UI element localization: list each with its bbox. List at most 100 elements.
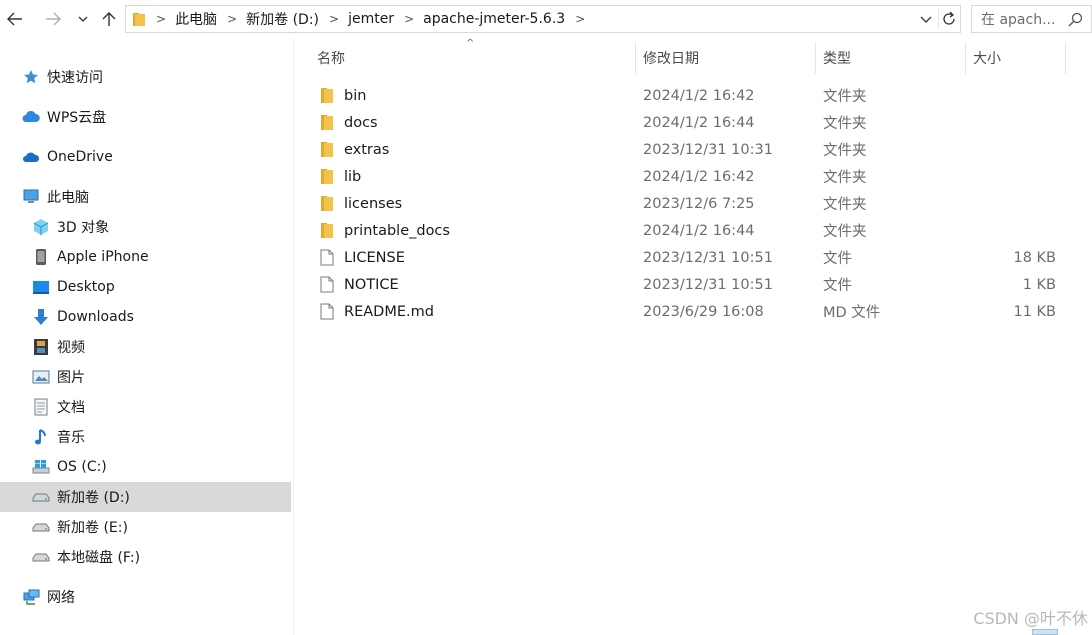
picture-icon xyxy=(32,368,50,386)
folder-icon xyxy=(321,115,333,130)
file-name: licenses xyxy=(344,195,403,212)
file-row[interactable]: docs 2024/1/2 16:44 文件夹 xyxy=(311,109,1066,136)
sidebar-item-this-pc[interactable]: 此电脑 xyxy=(0,182,291,212)
navigation-pane: 快速访问 WPS云盘 OneDrive 此电脑 3D 对象 Apple iPho… xyxy=(0,38,291,635)
sidebar-item-music[interactable]: 音乐 xyxy=(0,422,291,452)
file-icon xyxy=(320,276,334,293)
file-date: 2023/12/6 7:25 xyxy=(643,195,755,212)
file-date: 2023/12/31 10:51 xyxy=(643,276,773,293)
column-divider[interactable] xyxy=(1065,42,1066,74)
arrow-up-icon xyxy=(102,12,116,26)
refresh-button[interactable] xyxy=(938,9,958,29)
sidebar-item-documents[interactable]: 文档 xyxy=(0,392,291,422)
file-name: LICENSE xyxy=(344,249,405,266)
file-date: 2023/12/31 10:51 xyxy=(643,249,773,266)
file-icon xyxy=(320,303,334,320)
cloud-icon xyxy=(22,108,40,126)
breadcrumb-item[interactable]: > 此电脑 xyxy=(146,6,217,32)
back-button[interactable] xyxy=(4,8,26,30)
sidebar-item-desktop[interactable]: Desktop xyxy=(0,272,291,302)
column-header-type[interactable]: 类型 xyxy=(823,42,965,74)
file-name: bin xyxy=(344,87,367,104)
file-date: 2023/6/29 16:08 xyxy=(643,303,764,320)
chevron-down-icon xyxy=(920,16,932,23)
chevron-right-icon: > xyxy=(227,12,238,26)
file-date: 2024/1/2 16:44 xyxy=(643,222,755,239)
sidebar-item-videos[interactable]: 视频 xyxy=(0,332,291,362)
chevron-right-icon: > xyxy=(404,12,415,26)
file-size: 1 KB xyxy=(1022,276,1056,293)
folder-icon xyxy=(133,13,145,26)
film-icon xyxy=(32,338,50,356)
pane-splitter[interactable] xyxy=(293,38,294,635)
file-name: README.md xyxy=(344,303,434,320)
column-header-date[interactable]: 修改日期 xyxy=(643,42,815,74)
sidebar-item-apple-iphone[interactable]: Apple iPhone xyxy=(0,242,291,272)
star-icon xyxy=(22,68,40,86)
file-name: printable_docs xyxy=(344,222,450,239)
cube-icon xyxy=(32,218,50,236)
file-row[interactable]: NOTICE 2023/12/31 10:51 文件 1 KB xyxy=(311,271,1066,298)
file-row[interactable]: printable_docs 2024/1/2 16:44 文件夹 xyxy=(311,217,1066,244)
chevron-down-icon xyxy=(78,16,88,22)
file-name: NOTICE xyxy=(344,276,399,293)
chevron-right-icon[interactable]: > xyxy=(575,12,585,26)
column-divider[interactable] xyxy=(815,42,816,74)
breadcrumb-item[interactable]: > jemter xyxy=(319,6,394,32)
address-bar[interactable]: > 此电脑 > 新加卷 (D:) > jemter > apache-jmeter-5.… xyxy=(125,5,961,33)
file-icon xyxy=(320,249,334,266)
drive-icon xyxy=(32,548,50,566)
file-type: 文件夹 xyxy=(823,170,867,186)
sidebar-item-wps-cloud[interactable]: WPS云盘 xyxy=(0,102,291,132)
download-icon xyxy=(32,308,50,326)
sidebar-item-downloads[interactable]: Downloads xyxy=(0,302,291,332)
up-button[interactable] xyxy=(98,8,120,30)
search-placeholder[interactable]: 在 apach... xyxy=(981,9,1055,29)
sidebar-item-3d-objects[interactable]: 3D 对象 xyxy=(0,212,291,242)
file-name: extras xyxy=(344,141,390,158)
sidebar-item-onedrive[interactable]: OneDrive xyxy=(0,142,291,172)
file-row[interactable]: lib 2024/1/2 16:42 文件夹 xyxy=(311,163,1066,190)
recent-locations-button[interactable] xyxy=(72,8,94,30)
file-name: lib xyxy=(344,168,362,185)
refresh-icon xyxy=(942,11,955,25)
column-header-name[interactable]: 名称 xyxy=(317,42,635,74)
folder-icon xyxy=(321,223,333,238)
column-divider[interactable] xyxy=(635,42,636,74)
drive-icon xyxy=(32,518,50,536)
forward-button[interactable] xyxy=(42,8,64,30)
file-date: 2024/1/2 16:42 xyxy=(643,87,755,104)
file-size: 18 KB xyxy=(1013,249,1056,266)
breadcrumb-item[interactable]: > 新加卷 (D:) xyxy=(217,6,319,32)
music-icon xyxy=(32,428,50,446)
phone-icon xyxy=(32,248,50,266)
sidebar-item-drive-f[interactable]: 本地磁盘 (F:) xyxy=(0,542,291,572)
navigation-bar: > 此电脑 > 新加卷 (D:) > jemter > apache-jmeter-5.… xyxy=(0,0,1092,38)
sidebar-item-network[interactable]: 网络 xyxy=(0,582,291,612)
sidebar-item-drive-c[interactable]: OS (C:) xyxy=(0,452,291,482)
file-type: 文件 xyxy=(823,278,852,294)
arrow-left-icon xyxy=(7,12,22,26)
desktop-icon xyxy=(32,278,50,296)
column-divider[interactable] xyxy=(965,42,966,74)
file-type: 文件夹 xyxy=(823,89,867,105)
sidebar-item-drive-e[interactable]: 新加卷 (E:) xyxy=(0,512,291,542)
breadcrumb-item[interactable]: > apache-jmeter-5.6.3 > xyxy=(394,6,594,32)
column-header-size[interactable]: 大小 xyxy=(973,42,1065,74)
file-date: 2024/1/2 16:44 xyxy=(643,114,755,131)
sidebar-item-pictures[interactable]: 图片 xyxy=(0,362,291,392)
file-row[interactable]: bin 2024/1/2 16:42 文件夹 xyxy=(311,82,1066,109)
file-row[interactable]: extras 2023/12/31 10:31 文件夹 xyxy=(311,136,1066,163)
file-row[interactable]: licenses 2023/12/6 7:25 文件夹 xyxy=(311,190,1066,217)
computer-icon xyxy=(22,188,40,206)
onedrive-icon xyxy=(22,148,40,166)
search-box[interactable]: 在 apach... xyxy=(971,5,1092,33)
address-history-dropdown[interactable] xyxy=(918,10,934,28)
file-row[interactable]: LICENSE 2023/12/31 10:51 文件 18 KB xyxy=(311,244,1066,271)
sidebar-item-quick-access[interactable]: 快速访问 xyxy=(0,62,291,92)
file-row[interactable]: README.md 2023/6/29 16:08 MD 文件 11 KB xyxy=(311,298,1066,325)
chevron-right-icon: > xyxy=(156,12,167,26)
sidebar-item-drive-d[interactable]: 新加卷 (D:) xyxy=(0,482,291,512)
scroll-corner xyxy=(1032,629,1058,635)
chevron-right-icon: > xyxy=(329,12,340,26)
